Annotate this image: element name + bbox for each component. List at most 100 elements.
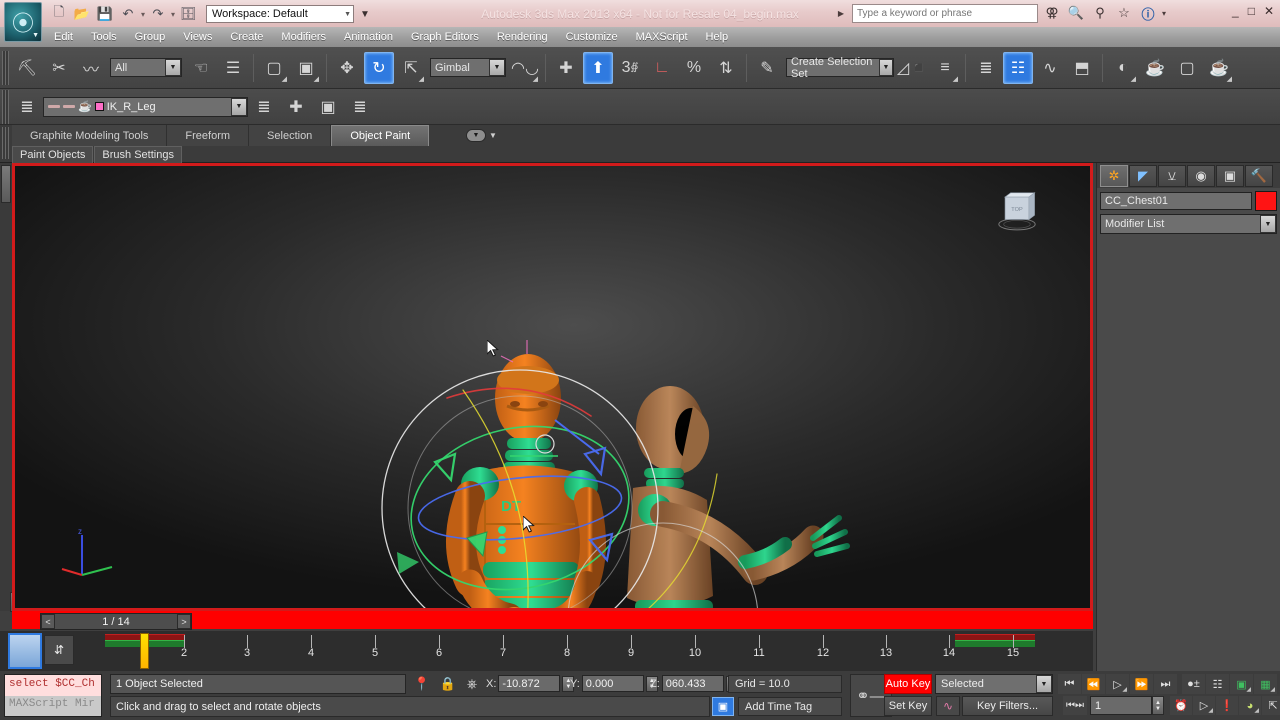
select-objects-in-layer-icon[interactable]: ▣ [313,91,343,123]
angle-snap-toggle-button[interactable]: ∟ [647,52,677,84]
menu-rendering[interactable]: Rendering [488,29,557,45]
menu-modifiers[interactable]: Modifiers [272,29,335,45]
viewport-scrollbar-thumb[interactable] [1,165,11,203]
create-tab[interactable]: ✲ [1100,165,1128,187]
pan-view-button[interactable]: ▷◢ [1193,696,1215,715]
named-selection-set-combo[interactable]: Create Selection Set ▼ [786,58,894,77]
motion-tab[interactable]: ◉ [1187,165,1215,187]
snap-toggle-button[interactable]: ⬆ [583,52,613,84]
layer-manager-button[interactable]: ≣ [971,52,1001,84]
layer-toolbar-grip[interactable] [2,90,9,124]
menu-edit[interactable]: Edit [45,29,82,45]
add-time-tag-button[interactable]: Add Time Tag [738,697,842,716]
window-crossing-toggle-button[interactable]: ▣◢ [291,52,321,84]
favorites-star-icon[interactable]: ☆ [1114,3,1134,23]
utilities-tab[interactable]: 🔨 [1245,165,1273,187]
percent-snap-toggle-button[interactable]: % [679,52,709,84]
orbit-button[interactable]: ◕◢ [1239,696,1261,715]
create-new-layer-icon[interactable]: ✚ [281,91,311,123]
save-file-icon[interactable]: 💾 [94,3,116,25]
curve-editor-button[interactable]: ∿ [1035,52,1065,84]
schematic-view-button[interactable]: ⬒ [1067,52,1097,84]
ribbon-grip[interactable] [2,127,9,159]
key-range-bar[interactable] [955,634,1035,648]
modify-tab[interactable]: ◤ [1129,165,1157,187]
binoculars-icon[interactable]: ⚢ [1042,3,1062,23]
help-dropdown-icon[interactable]: ▾ [1162,9,1166,18]
perspective-viewport[interactable]: [+] [Perspective] [Shaded] [15,166,1090,608]
select-and-move-button[interactable]: ✥ [332,52,362,84]
project-folder-icon[interactable]: 🗄 [177,3,199,25]
render-setup-button[interactable]: ☕ [1140,52,1170,84]
select-and-rotate-button[interactable]: ↻ [364,52,394,84]
set-key-toggle-icon[interactable]: ∿ [936,696,960,716]
select-and-link-button[interactable]: ⛏ [12,52,42,84]
ribbon-tab-object-paint[interactable]: Object Paint [331,125,429,146]
ribbon-subtab-brush-settings[interactable]: Brush Settings [94,146,182,163]
walkthrough-button[interactable]: ❗ [1216,696,1238,715]
bind-to-space-warp-button[interactable]: 〰 [76,52,106,84]
next-frame-icon[interactable]: > [177,614,191,629]
menu-help[interactable]: Help [697,29,738,45]
zoom-button[interactable]: ●± [1182,674,1205,694]
maxscript-mini-listener[interactable]: select $CC_Ch MAXScript Mir [4,674,102,717]
reference-coordinate-system-combo[interactable]: Gimbal ▼ [430,58,506,77]
magnifier-icon[interactable]: 🔍 [1066,3,1086,23]
undo-icon[interactable]: ↶ [117,3,139,25]
menu-views[interactable]: Views [174,29,221,45]
time-configuration-button[interactable]: ⏰ [1170,696,1192,715]
maximize-button[interactable]: □ [1248,4,1255,18]
ribbon-toggle-button[interactable]: ☷ [1003,52,1033,84]
key-mode-toggle-button[interactable]: ⏮⏭ [1063,696,1087,715]
zoom-extents-all-button[interactable]: ▦◢ [1254,674,1277,694]
current-frame-field[interactable]: 1 [1090,696,1152,715]
time-slider-marker[interactable] [140,633,149,669]
hierarchy-tab[interactable]: ⚺ [1158,165,1186,187]
go-to-end-button[interactable]: ⏭ [1154,674,1177,694]
key-mode-combo[interactable]: Selected ▼ [935,674,1053,694]
menu-customize[interactable]: Customize [557,29,627,45]
viewcube-icon[interactable]: TOP [996,190,1038,232]
material-editor-button[interactable]: ◐◢ [1108,52,1138,84]
track-bar[interactable]: ⇵ 2 3 4 5 6 7 8 9 10 11 12 13 14 [0,631,1093,671]
edit-named-selection-sets-button[interactable]: ✎ [752,52,782,84]
maximize-viewport-toggle-button[interactable]: ⇱ [1262,696,1280,715]
previous-frame-icon[interactable]: < [41,614,55,629]
workspace-selector[interactable]: Workspace: Default ▼ [206,5,354,23]
compass-icon[interactable]: ⚲ [1090,3,1110,23]
ribbon-subtab-paint-objects[interactable]: Paint Objects [12,146,93,163]
go-to-start-button[interactable]: ⏮ [1058,674,1081,694]
set-key-button[interactable]: Set Key [884,696,932,716]
auto-key-button[interactable]: Auto Key [884,674,932,694]
toolbar-grip[interactable] [2,51,9,85]
pin-stack-icon[interactable]: 📍 [412,675,432,693]
lock-selection-icon[interactable]: 🔒 [438,675,458,693]
redo-icon[interactable]: ↷ [147,3,169,25]
time-slider-handle[interactable]: < 1 / 14 > [40,613,192,630]
menu-maxscript[interactable]: MAXScript [627,29,697,45]
display-tab[interactable]: ▣ [1216,165,1244,187]
maxscript-input-line[interactable]: MAXScript Mir [5,696,101,716]
ribbon-tab-freeform[interactable]: Freeform [167,125,249,146]
use-pivot-center-button[interactable]: ◠◡◢ [510,52,540,84]
zoom-extents-button[interactable]: ▣◢ [1230,674,1253,694]
select-by-name-button[interactable]: ☰ [218,52,248,84]
unlink-selection-button[interactable]: ✂ [44,52,74,84]
select-and-scale-button[interactable]: ⇱◢ [396,52,426,84]
render-production-button[interactable]: ☕◢ [1204,52,1234,84]
mirror-button[interactable]: ◿◾ [898,52,928,84]
open-file-icon[interactable]: 📂 [71,3,93,25]
selection-filter-combo[interactable]: All ▼ [110,58,182,77]
ribbon-tab-graphite-modeling-tools[interactable]: Graphite Modeling Tools [12,125,167,146]
ribbon-options[interactable]: ▼ ▼ [466,127,512,144]
menu-create[interactable]: Create [221,29,272,45]
y-field[interactable]: 0.000 [582,675,644,692]
ribbon-tab-selection[interactable]: Selection [249,125,331,146]
menu-graph-editors[interactable]: Graph Editors [402,29,488,45]
minimize-button[interactable]: _ [1232,4,1239,18]
search-input[interactable] [852,4,1038,23]
absolute-relative-toggle-icon[interactable]: ⎈ [462,675,482,693]
material-preview-swatch[interactable] [8,633,42,669]
select-object-button[interactable]: ☜ [186,52,216,84]
z-field[interactable]: 060.433 [662,675,724,692]
